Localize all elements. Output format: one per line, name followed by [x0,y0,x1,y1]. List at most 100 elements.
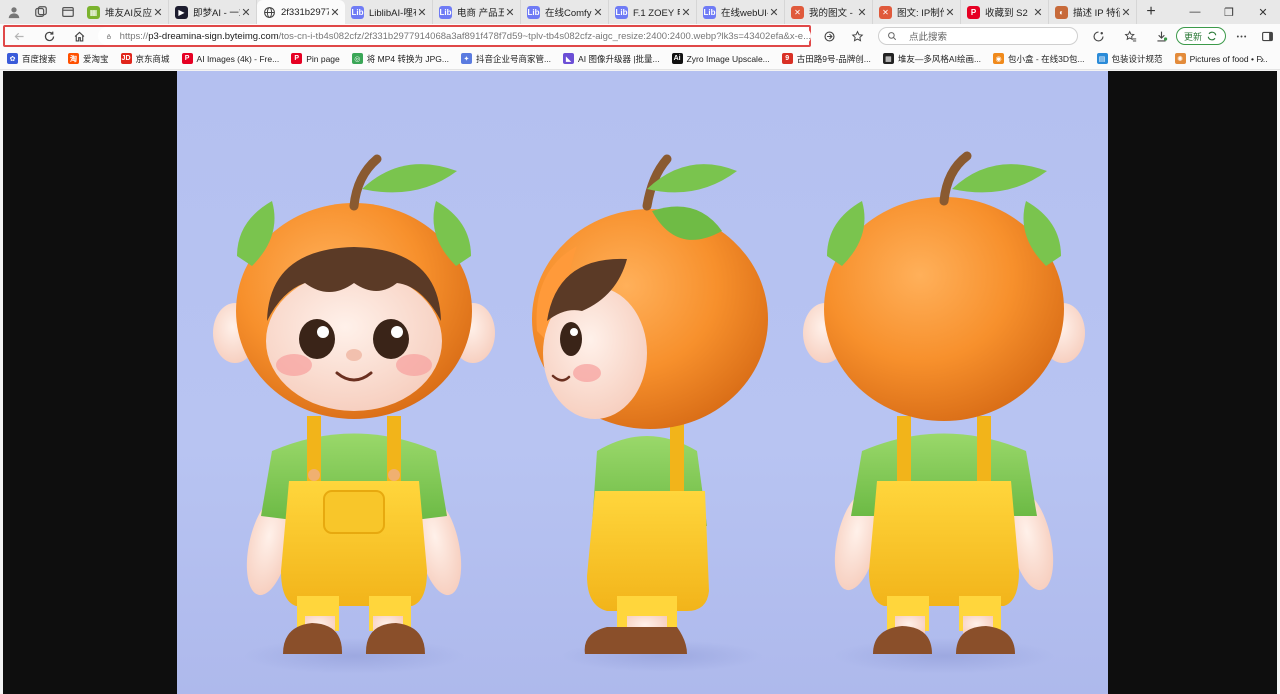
bookmark-favicon-icon: P [181,53,193,64]
tab-list: ▦堆友AI反应准✕▶即梦AI - 一站✕2f331b2977914✕LibLib… [81,0,1137,24]
tab-title: 描述 IP 特征 [1073,8,1120,19]
tab-close-icon[interactable]: ✕ [856,6,868,19]
bookmark-label: 京东商城 [135,53,170,64]
bookmark-item[interactable]: 9 古田路9号-品牌创... [781,53,871,65]
bookmarks-bar: ✿ 百度搜索淘爱淘宝 JD 京东商城 P AI Images (4k) - Fre... P… [0,48,1280,70]
bookmark-item[interactable]: ✿ 百度搜索 [7,53,56,65]
tab-favicon-icon: Lib [703,5,716,19]
bookmark-item[interactable]: Ai Zyro Image Upscale... [671,53,770,64]
tab-close-icon[interactable]: ✕ [944,6,956,19]
bookmark-label: AI Images (4k) - Fre... [196,53,280,64]
favorites-icon[interactable] [1115,24,1145,48]
url-scheme: https:// [119,30,149,42]
bookmark-label: 堆友—多风格AI绘画... [897,53,982,64]
bookmark-item[interactable]: 淘爱淘宝 [68,53,109,65]
bookmark-label: 古田路9号-品牌创... [796,53,871,64]
minimize-button[interactable]: — [1178,0,1212,24]
downloads-icon[interactable] [1146,24,1176,48]
bookmarks-overflow-chevron-icon[interactable]: › [1260,52,1264,66]
window-controls: — ❐ ✕ [1178,0,1280,24]
character-side-view [532,154,768,672]
bookmark-favicon-icon: Ai [671,53,683,64]
new-tab-button[interactable]: + [1137,0,1165,24]
tab-title: 堆友AI反应准 [105,8,152,19]
displayed-image [177,71,1108,694]
search-placeholder: 点此搜索 [909,32,948,43]
tab-close-icon[interactable]: ✕ [329,6,341,19]
tab-8[interactable]: ✕我的图文 - 笔✕ [785,0,873,24]
bookmark-label: 抖音企业号商家管... [475,53,552,64]
bookmark-favicon-icon: ✿ [7,53,18,64]
update-button[interactable]: 更新 [1176,27,1226,45]
tab-6[interactable]: Lib F.1 ZOEY 电✕ [609,0,697,24]
tab-11[interactable]: ◐ 描述 IP 特征 ✕ [1049,0,1137,24]
bookmark-item[interactable]: JD 京东商城 [120,53,170,65]
tab-close-icon[interactable]: ✕ [592,6,604,19]
bookmark-item[interactable]: ◣ AI 图像升级器 |批量... [563,53,660,65]
tab-9[interactable]: ✕图文: IP制作✕ [873,0,961,24]
tab-close-icon[interactable]: ✕ [1032,6,1044,19]
character-back-view [803,151,1085,674]
tab-7[interactable]: Lib 在线webUI-L✕ [697,0,785,24]
search-input[interactable]: 点此搜索 [878,27,1078,45]
tab-3[interactable]: Lib LiblibAI-哩布✕ [345,0,433,24]
tab-5[interactable]: Lib 在线ComfyUI✕ [521,0,609,24]
bookmark-label: 爱淘宝 [83,53,109,64]
tab-4[interactable]: Lib 电商 产品五 ✕ [433,0,521,24]
url-host: p3-dreamina-sign.byteimg.com [148,30,279,42]
bookmark-favicon-icon: ◉ [993,53,1005,64]
bookmark-item[interactable]: ▦ 堆友—多风格AI绘画... [882,53,982,65]
bookmark-label: 包小盒 - 在线3D包... [1008,53,1085,64]
restore-button[interactable]: ❐ [1212,0,1246,24]
tab-0[interactable]: ▦ 堆友AI反应准✕ [81,0,169,24]
bookmark-item[interactable]: ◎ 将 MP4 转换为 JPG... [351,53,449,65]
bookmark-favicon-icon: ▦ [882,53,894,64]
bookmark-favicon-icon: ◣ [563,53,575,64]
bookmark-label: Zyro Image Upscale... [686,53,770,64]
tab-close-icon[interactable]: ✕ [152,6,164,19]
favorite-star-icon[interactable] [842,24,872,48]
bookmark-item[interactable]: ✺ Pictures of food • F... [1174,53,1268,64]
tab-favicon-icon: ▦ [87,5,100,19]
bookmark-favicon-icon: 9 [781,53,793,64]
bookmark-item[interactable]: P AI Images (4k) - Fre... [181,53,280,64]
browser-window: ▦堆友AI反应准✕▶即梦AI - 一站✕2f331b2977914✕LibLib… [0,0,1280,694]
tab-2[interactable]: 2f331b2977914✕ [257,0,345,24]
bookmark-label: Pin page [306,53,340,64]
bookmark-label: Pictures of food • F... [1189,53,1268,64]
tab-actions-icon[interactable] [54,0,81,24]
url-path: /tos-cn-i-tb4s082cfz/2f331b2977914068a3a… [278,30,811,42]
workspaces-icon[interactable] [27,0,54,24]
tab-favicon-icon: Lib [439,5,452,19]
tab-close-icon[interactable]: ✕ [240,6,252,19]
tab-title: 电商 产品五 [457,8,504,19]
tab-favicon-icon: ✕ [791,5,804,19]
tab-close-icon[interactable]: ✕ [416,6,428,19]
translate-icon[interactable] [814,24,844,48]
tab-close-icon[interactable]: ✕ [504,6,516,19]
bookmark-label: 包装设计规范 [1111,53,1163,64]
profile-icon[interactable] [0,0,27,24]
tab-close-icon[interactable]: ✕ [680,6,692,19]
tab-close-icon[interactable]: ✕ [768,6,780,19]
bookmark-item[interactable]: ▤ 包装设计规范 [1096,53,1163,65]
bookmark-favicon-icon: P [291,53,303,64]
tab-favicon-icon: ▶ [175,5,188,19]
bookmark-item[interactable]: ◉ 包小盒 - 在线3D包... [993,53,1085,65]
tab-1[interactable]: ▶ 即梦AI - 一站✕ [169,0,257,24]
tab-10[interactable]: P 收藏到 S2 ✕ [961,0,1049,24]
globe-icon [263,6,276,19]
bookmark-item[interactable]: P Pin page [291,53,340,64]
bookmark-item[interactable]: ✦ 抖音企业号商家管... [460,53,552,65]
bookmark-favicon-icon: ✦ [460,53,472,64]
address-bar[interactable]: https://p3-dreamina-sign.byteimg.com/tos… [98,27,811,45]
close-window-button[interactable]: ✕ [1246,0,1280,24]
extensions-icon[interactable] [1083,24,1113,48]
tab-close-icon[interactable]: ✕ [1120,6,1132,19]
sidebar-toggle-icon[interactable] [1252,24,1280,48]
tab-title: LiblibAI-哩布 [369,8,416,19]
lock-icon[interactable] [106,31,112,42]
toolbar: https://p3-dreamina-sign.byteimg.com/tos… [0,24,1280,48]
tab-strip: ▦堆友AI反应准✕▶即梦AI - 一站✕2f331b2977914✕LibLib… [0,0,1280,24]
bookmark-favicon-icon: ✺ [1174,53,1186,64]
